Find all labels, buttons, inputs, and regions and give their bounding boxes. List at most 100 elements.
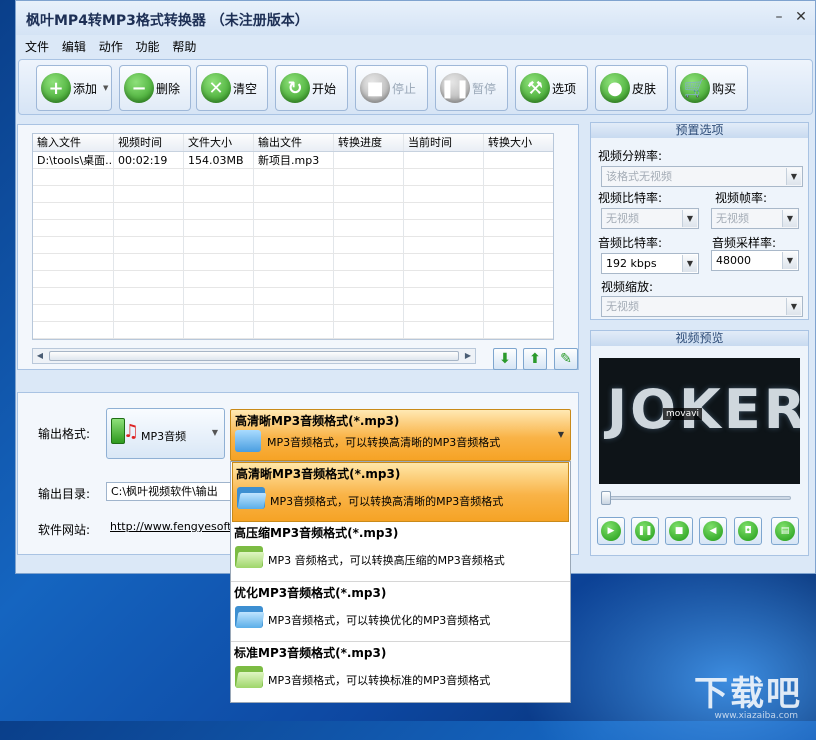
skin-button[interactable]: ● 皮肤 bbox=[595, 65, 668, 111]
clear-x-icon: ✕ bbox=[201, 73, 231, 103]
skin-label: 皮肤 bbox=[632, 81, 657, 96]
quality-option-hd[interactable]: 高清晰MP3音频格式(*.mp3) MP3音频格式，可以转换高清晰的MP3音频格… bbox=[232, 462, 569, 522]
audio-samplerate-value: 48000 bbox=[716, 254, 751, 267]
empty-row bbox=[33, 203, 553, 220]
output-format-select[interactable]: ♫ MP3音频 ▼ bbox=[106, 408, 225, 459]
minimize-button[interactable]: – bbox=[771, 9, 787, 25]
menu-edit[interactable]: 编辑 bbox=[62, 37, 86, 57]
seek-knob[interactable] bbox=[601, 491, 611, 505]
audio-samplerate-select[interactable]: 48000 ▼ bbox=[711, 250, 799, 271]
seek-slider[interactable] bbox=[601, 491, 791, 505]
video-scale-label: 视频缩放: bbox=[601, 280, 654, 294]
cell-file-size: 154.03MB bbox=[184, 152, 254, 168]
menu-function[interactable]: 功能 bbox=[136, 37, 160, 57]
option-title: 高压缩MP3音频格式(*.mp3) bbox=[234, 526, 399, 540]
option-title: 标准MP3音频格式(*.mp3) bbox=[234, 646, 387, 660]
empty-row bbox=[33, 220, 553, 237]
scroll-thumb[interactable] bbox=[49, 351, 459, 361]
open-folder-button[interactable]: ▤ bbox=[771, 517, 799, 545]
site-watermark-url: www.xiazaiba.com bbox=[714, 711, 798, 721]
move-down-button[interactable]: ⬇ bbox=[493, 348, 517, 370]
output-format-value: MP3音频 bbox=[141, 430, 187, 443]
chevron-down-icon: ▼ bbox=[782, 210, 797, 227]
buy-button[interactable]: 🛒 购买 bbox=[675, 65, 748, 111]
cell-current-time bbox=[404, 152, 484, 168]
stop-preview-button[interactable]: ■ bbox=[665, 517, 693, 545]
quality-option-high-compression[interactable]: 高压缩MP3音频格式(*.mp3) MP3 音频格式，可以转换高压缩的MP3音频… bbox=[231, 522, 570, 582]
delete-label: 删除 bbox=[156, 81, 181, 96]
video-frame[interactable]: JOKER movavi bbox=[599, 358, 800, 484]
video-scale-value: 无视频 bbox=[606, 300, 639, 313]
col-video-time[interactable]: 视频时间 bbox=[114, 134, 184, 151]
chevron-down-icon[interactable]: ▼ bbox=[103, 84, 108, 92]
edit-button[interactable]: ✎ bbox=[554, 348, 578, 370]
menu-file[interactable]: 文件 bbox=[25, 37, 49, 57]
file-table[interactable]: 输入文件 视频时间 文件大小 输出文件 转换进度 当前时间 转换大小 D:\to… bbox=[32, 133, 554, 340]
stop-button[interactable]: ■ 停止 bbox=[355, 65, 428, 111]
play-icon: ▶ bbox=[601, 521, 621, 541]
table-header: 输入文件 视频时间 文件大小 输出文件 转换进度 当前时间 转换大小 bbox=[33, 134, 553, 152]
table-row[interactable]: D:\tools\桌面... 00:02:19 154.03MB 新项目.mp3 bbox=[33, 152, 553, 169]
quality-dropdown-list[interactable]: 高清晰MP3音频格式(*.mp3) MP3音频格式，可以转换高清晰的MP3音频格… bbox=[230, 461, 571, 703]
stop-label: 停止 bbox=[392, 81, 417, 96]
cart-icon: 🛒 bbox=[680, 73, 710, 103]
site-watermark: 下载吧 bbox=[694, 674, 802, 714]
video-scale-select[interactable]: 无视频 ▼ bbox=[601, 296, 803, 317]
quality-select[interactable]: 高清晰MP3音频格式(*.mp3) MP3音频格式，可以转换高清晰的MP3音频格… bbox=[230, 409, 571, 461]
movavi-watermark: movavi bbox=[663, 408, 702, 420]
buy-label: 购买 bbox=[712, 81, 737, 96]
quality-option-optimized[interactable]: 优化MP3音频格式(*.mp3) MP3音频格式，可以转换优化的MP3音频格式 bbox=[231, 582, 570, 642]
folder-icon bbox=[235, 604, 265, 630]
option-title: 高清晰MP3音频格式(*.mp3) bbox=[236, 467, 401, 481]
volume-button[interactable]: ◀ bbox=[699, 517, 727, 545]
preview-title: 视频预览 bbox=[591, 331, 808, 346]
empty-row bbox=[33, 271, 553, 288]
horizontal-scrollbar[interactable]: ◀ ▶ bbox=[32, 348, 476, 364]
site-link[interactable]: http://www.fengyesoft.c bbox=[110, 520, 241, 533]
col-current-time[interactable]: 当前时间 bbox=[404, 134, 484, 151]
pause-preview-button[interactable]: ❚❚ bbox=[631, 517, 659, 545]
options-label: 选项 bbox=[552, 81, 577, 96]
snapshot-button[interactable]: ◘ bbox=[734, 517, 762, 545]
video-resolution-label: 视频分辨率: bbox=[598, 149, 663, 163]
play-button[interactable]: ▶ bbox=[597, 517, 625, 545]
empty-row bbox=[33, 237, 553, 254]
clear-button[interactable]: ✕ 清空 bbox=[196, 65, 268, 111]
preset-title: 预置选项 bbox=[591, 123, 808, 138]
video-bitrate-select[interactable]: 无视频 ▼ bbox=[601, 208, 699, 229]
close-button[interactable]: ✕ bbox=[793, 9, 809, 25]
folder-icon bbox=[235, 664, 265, 690]
video-framerate-select[interactable]: 无视频 ▼ bbox=[711, 208, 799, 229]
scroll-left-icon[interactable]: ◀ bbox=[33, 349, 47, 363]
col-output-file[interactable]: 输出文件 bbox=[254, 134, 334, 151]
move-up-button[interactable]: ⬆ bbox=[523, 348, 547, 370]
option-title: 优化MP3音频格式(*.mp3) bbox=[234, 586, 387, 600]
chevron-down-icon: ▼ bbox=[557, 430, 564, 439]
speaker-icon: ◀ bbox=[703, 521, 723, 541]
scroll-right-icon[interactable]: ▶ bbox=[461, 349, 475, 363]
option-desc: MP3 音频格式，可以转换高压缩的MP3音频格式 bbox=[268, 554, 505, 567]
delete-button[interactable]: − 删除 bbox=[119, 65, 191, 111]
quality-selected-title: 高清晰MP3音频格式(*.mp3) bbox=[235, 414, 400, 428]
apple-icon: ● bbox=[600, 73, 630, 103]
output-dir-input[interactable]: C:\枫叶视频软件\输出 bbox=[106, 482, 236, 501]
options-button[interactable]: ⚒ 选项 bbox=[515, 65, 588, 111]
col-input-file[interactable]: 输入文件 bbox=[33, 134, 114, 151]
edit-icon: ✎ bbox=[560, 351, 572, 367]
menu-action[interactable]: 动作 bbox=[99, 37, 123, 57]
cell-output-file: 新项目.mp3 bbox=[254, 152, 334, 168]
audio-samplerate-label: 音频采样率: bbox=[712, 236, 777, 250]
col-progress[interactable]: 转换进度 bbox=[334, 134, 404, 151]
video-bitrate-value: 无视频 bbox=[606, 212, 639, 225]
quality-option-standard[interactable]: 标准MP3音频格式(*.mp3) MP3音频格式，可以转换标准的MP3音频格式 bbox=[231, 642, 570, 702]
video-resolution-value: 该格式无视频 bbox=[606, 170, 672, 183]
start-button[interactable]: ↻ 开始 bbox=[275, 65, 348, 111]
pause-button[interactable]: ❚❚ 暂停 bbox=[435, 65, 508, 111]
add-button[interactable]: + 添加 ▼ bbox=[36, 65, 112, 111]
chevron-down-icon: ▼ bbox=[682, 255, 697, 272]
col-file-size[interactable]: 文件大小 bbox=[184, 134, 254, 151]
audio-bitrate-select[interactable]: 192 kbps ▼ bbox=[601, 253, 699, 274]
col-converted-size[interactable]: 转换大小 bbox=[484, 134, 553, 151]
menu-help[interactable]: 帮助 bbox=[172, 37, 196, 57]
video-resolution-select[interactable]: 该格式无视频 ▼ bbox=[601, 166, 803, 187]
